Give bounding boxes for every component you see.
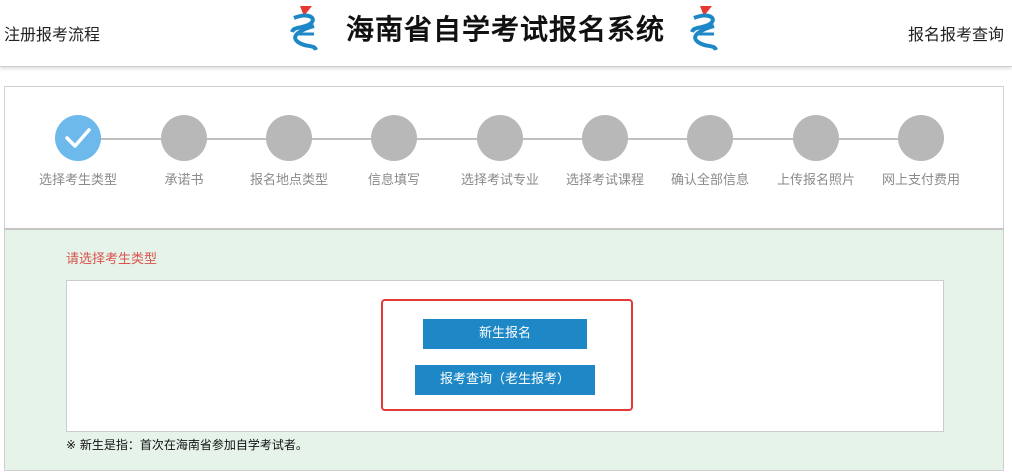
returning-student-query-button[interactable]: 报考查询（老生报考） xyxy=(415,365,595,395)
step-select-courses: 选择考试课程 xyxy=(550,115,660,188)
section-title: 请选择考生类型 xyxy=(66,252,158,267)
step-circle xyxy=(161,115,207,161)
step-pledge: 承诺书 xyxy=(129,115,239,188)
registration-process-link[interactable]: 注册报考流程 xyxy=(4,21,100,45)
hainan-exam-logo-icon xyxy=(290,6,318,51)
candidate-type-options: 新生报名 报考查询（老生报考） xyxy=(66,280,944,432)
step-label: 选择考试专业 xyxy=(460,173,539,188)
checkmark-icon xyxy=(65,128,91,148)
candidate-type-form: 请选择考生类型 新生报名 报考查询（老生报考） ※ 新生是指：首次在海南省参加自… xyxy=(4,228,1004,471)
step-upload-photo: 上传报名照片 xyxy=(761,115,871,188)
step-circle-done xyxy=(55,115,101,161)
hainan-exam-logo-icon xyxy=(690,6,718,51)
step-location-type: 报名地点类型 xyxy=(234,115,344,188)
step-confirm-info: 确认全部信息 xyxy=(655,115,765,188)
new-student-note: ※ 新生是指：首次在海南省参加自学考试者。 xyxy=(66,438,308,452)
step-circle xyxy=(793,115,839,161)
step-label: 承诺书 xyxy=(164,173,204,188)
step-fill-info: 信息填写 xyxy=(339,115,449,188)
step-circle xyxy=(582,115,628,161)
step-online-payment: 网上支付费用 xyxy=(866,115,976,188)
step-select-major: 选择考试专业 xyxy=(445,115,555,188)
step-label: 网上支付费用 xyxy=(881,173,960,188)
top-header: 注册报考流程 海南省自学考试报名系统 报名报考查询 xyxy=(0,0,1012,67)
step-label: 上传报名照片 xyxy=(776,173,855,188)
step-circle xyxy=(898,115,944,161)
step-label: 报名地点类型 xyxy=(249,173,328,188)
step-label: 信息填写 xyxy=(367,173,420,188)
step-label: 选择考试课程 xyxy=(565,173,644,188)
step-circle xyxy=(477,115,523,161)
step-circle xyxy=(371,115,417,161)
step-circle xyxy=(266,115,312,161)
progress-steps: 选择考生类型 承诺书 报名地点类型 信息填写 选择考试专业 选择考试课程 确认全… xyxy=(4,86,1004,229)
step-label: 确认全部信息 xyxy=(670,173,749,188)
step-select-candidate-type: 选择考生类型 xyxy=(23,115,133,188)
site-title: 海南省自学考试报名系统 xyxy=(346,13,666,46)
registration-query-link[interactable]: 报名报考查询 xyxy=(908,21,1004,45)
step-circle xyxy=(687,115,733,161)
step-label: 选择考生类型 xyxy=(38,173,117,188)
new-student-registration-button[interactable]: 新生报名 xyxy=(423,319,587,349)
